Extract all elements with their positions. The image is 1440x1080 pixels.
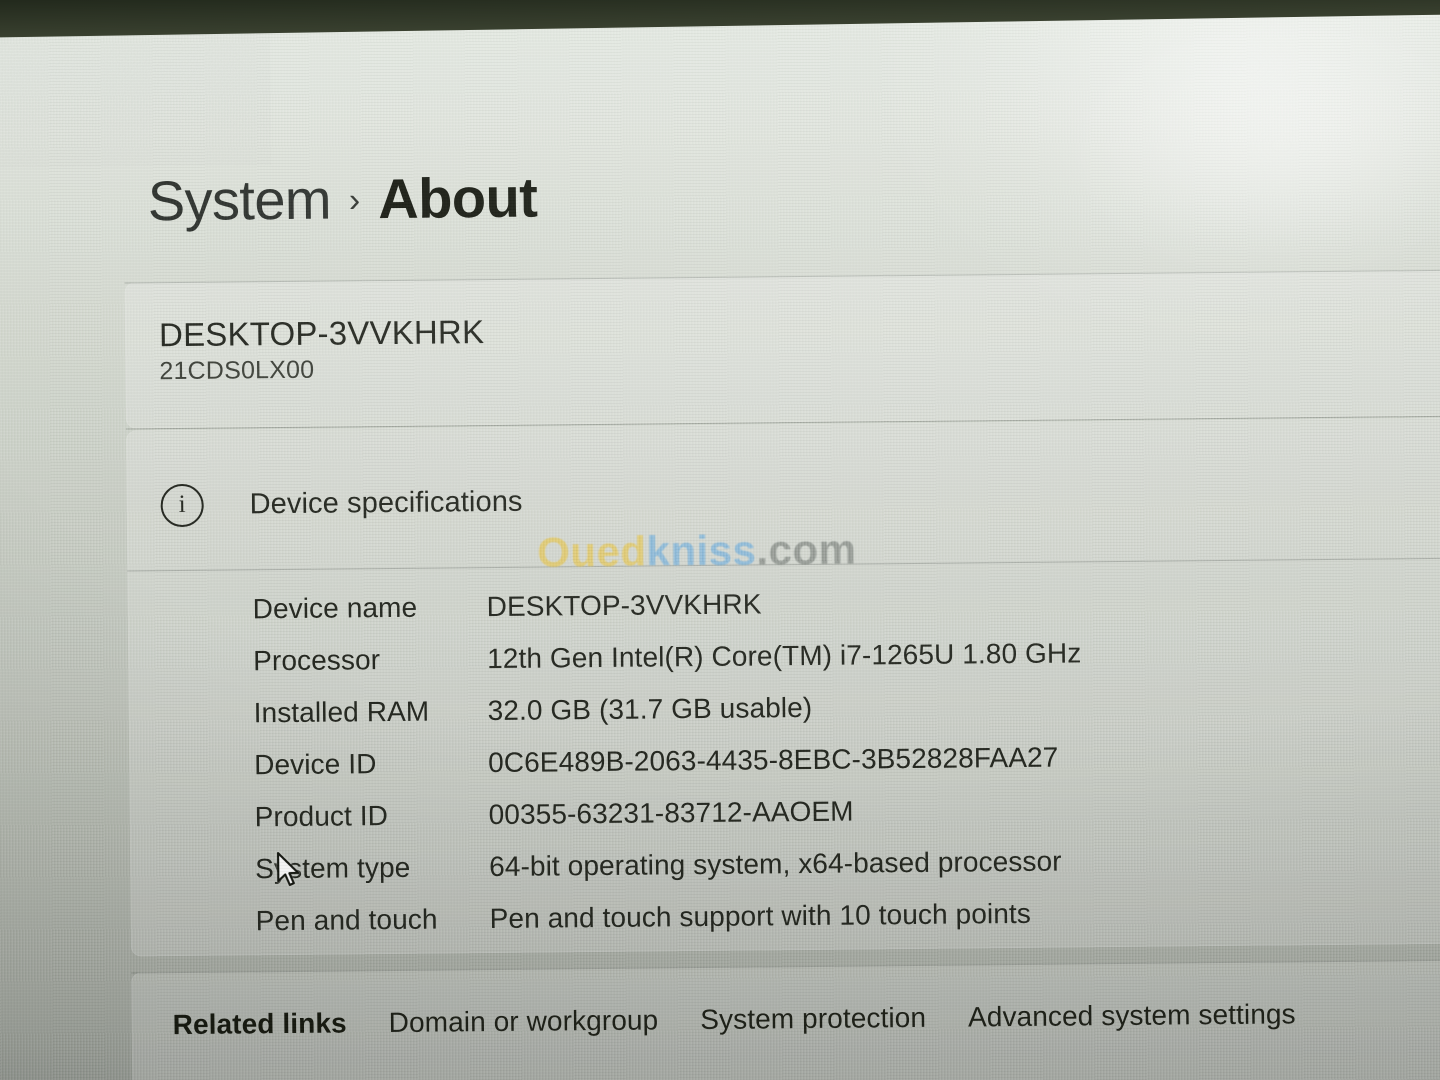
device-specifications-header[interactable]: i Device specifications — [160, 481, 523, 528]
site-watermark: Ouedkniss.com — [537, 526, 857, 577]
related-link[interactable]: Advanced system settings — [968, 998, 1296, 1033]
spec-value: 12th Gen Intel(R) Core(TM) i7-1265U 1.80… — [487, 637, 1082, 675]
related-link[interactable]: Domain or workgroup — [389, 1004, 659, 1039]
device-specifications-table: Device name DESKTOP-3VVKHRK Processor 12th … — [253, 583, 1356, 958]
spec-value: 32.0 GB (31.7 GB usable) — [487, 691, 813, 727]
spec-key: Installed RAM — [253, 695, 430, 729]
spec-key: Product ID — [254, 800, 389, 833]
spec-key: Device ID — [254, 748, 377, 781]
device-model-subtitle: 21CDS0LX00 — [159, 355, 315, 386]
related-link[interactable]: System protection — [700, 1002, 926, 1036]
watermark-part-two: kniss — [646, 526, 757, 575]
page-title: About — [377, 165, 538, 231]
spec-value: 64-bit operating system, x64-based proce… — [489, 845, 1062, 883]
spec-value: DESKTOP-3VVKHRK — [486, 588, 762, 623]
related-links-title: Related links — [172, 1007, 347, 1041]
spec-key: Device name — [252, 591, 418, 625]
spec-value: 0C6E489B-2063-4435-8EBC-3B52828FAA27 — [488, 741, 1059, 779]
breadcrumb-parent-link[interactable]: System — [147, 167, 331, 234]
spec-key: Processor — [253, 644, 381, 677]
breadcrumb: System › About — [147, 165, 537, 234]
spec-row: Pen and touch Pen and touch support with … — [256, 895, 1356, 958]
screen-photo: System › About DESKTOP-3VVKHRK 21CDS0LX0… — [0, 0, 1440, 1080]
chevron-right-icon: › — [348, 181, 361, 220]
device-specifications-label: Device specifications — [249, 485, 523, 521]
info-circle-icon: i — [160, 483, 204, 528]
laptop-screen-panel: System › About DESKTOP-3VVKHRK 21CDS0LX0… — [0, 3, 1440, 1080]
spec-key: Pen and touch — [255, 903, 438, 937]
watermark-part-one: Oued — [536, 527, 647, 576]
spec-key: System type — [255, 851, 411, 885]
watermark-part-three: .com — [756, 525, 857, 574]
device-name-heading: DESKTOP-3VVKHRK — [158, 313, 485, 354]
spec-value: Pen and touch support with 10 touch poin… — [489, 897, 1032, 935]
spec-value: 00355-63231-83712-AAOEM — [488, 795, 854, 831]
